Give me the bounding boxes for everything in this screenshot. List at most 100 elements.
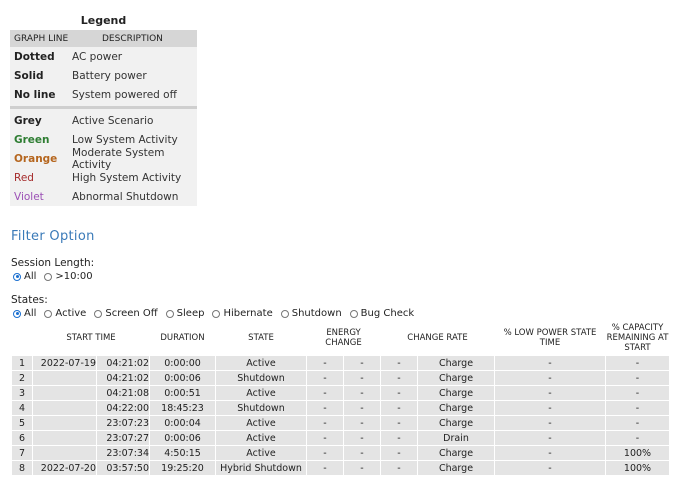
col-header-low-power[interactable]: % LOW POWER STATE TIME	[495, 321, 605, 355]
legend-title: Legend	[80, 14, 127, 27]
row-duration: 0:00:51	[150, 386, 215, 400]
state-option-shutdown[interactable]: Shutdown	[280, 308, 342, 319]
row-state: Active	[216, 416, 306, 430]
session-option-all[interactable]: All	[13, 271, 36, 282]
table-row[interactable]: 7 23:07:34 4:50:15 Active - - - Charge -100%	[12, 446, 669, 460]
state-options: All Active Screen Off Sleep Hibernate Sh…	[13, 308, 422, 319]
row-change-rate: Charge	[418, 416, 494, 430]
row-index: 7	[12, 446, 32, 460]
table-row[interactable]: 3 04:21:08 0:00:51 Active - - - Charge - -	[12, 386, 669, 400]
table-row[interactable]: 2 04:21:02 0:00:06 Shutdown - - - Charge - -	[12, 371, 669, 385]
row-low-power: -	[495, 356, 605, 370]
state-option-label: Sleep	[176, 308, 205, 319]
state-option-screen-off[interactable]: Screen Off	[94, 308, 158, 319]
row-energy-change: -	[381, 356, 417, 370]
legend-header-line: GRAPH LINE	[14, 33, 69, 44]
row-low-power: -	[495, 416, 605, 430]
col-header-duration[interactable]: DURATION	[150, 321, 215, 355]
col-header-energy-change[interactable]: ENERGY CHANGE	[307, 321, 380, 355]
state-option-label: Hibernate	[223, 308, 273, 319]
row-energy-change: -	[307, 356, 343, 370]
legend-rows: Dotted AC power Solid Battery power No l…	[10, 47, 197, 206]
row-index: 5	[12, 416, 32, 430]
col-header-start-time[interactable]: START TIME	[33, 321, 149, 355]
legend-row: Grey Active Scenario	[10, 111, 197, 130]
legend-line-name: No line	[14, 88, 56, 101]
row-energy-change: -	[344, 431, 380, 445]
row-start-date: 2022-07-20	[33, 461, 96, 475]
row-start-date	[33, 416, 96, 430]
row-start-time: 23:07:27	[97, 431, 149, 445]
radio-unchecked-icon[interactable]	[44, 272, 53, 281]
legend-line-desc: AC power	[72, 50, 123, 63]
radio-unchecked-icon[interactable]	[44, 309, 53, 318]
col-header-change-rate[interactable]: CHANGE RATE	[381, 321, 494, 355]
radio-unchecked-icon[interactable]	[212, 309, 221, 318]
row-start-time: 23:07:23	[97, 416, 149, 430]
row-duration: 19:25:20	[150, 461, 215, 475]
radio-unchecked-icon[interactable]	[94, 309, 103, 318]
table-row[interactable]: 8 2022-07-20 03:57:50 19:25:20 Hybrid Shutdo…	[12, 461, 669, 475]
radio-unchecked-icon[interactable]	[280, 309, 289, 318]
radio-unchecked-icon[interactable]	[165, 309, 174, 318]
row-change-rate: Charge	[418, 356, 494, 370]
row-state: Active	[216, 431, 306, 445]
legend-color-desc: Low System Activity	[72, 133, 178, 146]
legend-color-name: Orange	[14, 152, 58, 165]
radio-unchecked-icon[interactable]	[349, 309, 358, 318]
row-energy-change: -	[344, 416, 380, 430]
row-capacity: 100%	[606, 446, 669, 460]
col-header-state[interactable]: STATE	[216, 321, 306, 355]
row-duration: 0:00:04	[150, 416, 215, 430]
row-change-rate: Charge	[418, 461, 494, 475]
row-energy-change: -	[381, 401, 417, 415]
table-row[interactable]: 5 23:07:23 0:00:04 Active - - - Charge - -	[12, 416, 669, 430]
row-low-power: -	[495, 401, 605, 415]
row-start-date	[33, 401, 96, 415]
legend-line-name: Solid	[14, 69, 44, 82]
row-capacity: 100%	[606, 461, 669, 475]
row-start-time: 04:21:02	[97, 356, 149, 370]
state-option-hibernate[interactable]: Hibernate	[212, 308, 273, 319]
session-option-over-10[interactable]: >10:00	[44, 271, 93, 282]
radio-checked-icon[interactable]	[13, 272, 21, 281]
row-index: 4	[12, 401, 32, 415]
row-state: Active	[216, 446, 306, 460]
row-start-time: 04:21:02	[97, 371, 149, 385]
legend-color-desc: Active Scenario	[72, 114, 154, 127]
legend-color-name: Violet	[14, 190, 44, 203]
col-header-capacity[interactable]: % CAPACITY REMAINING AT START	[606, 321, 669, 355]
table-row[interactable]: 4 04:22:00 18:45:23 Shutdown - - - Charge - -	[12, 401, 669, 415]
radio-checked-icon[interactable]	[13, 309, 21, 318]
row-energy-change: -	[344, 446, 380, 460]
table-row[interactable]: 6 23:07:27 0:00:06 Active - - - Drain - -	[12, 431, 669, 445]
legend-color-desc: Abnormal Shutdown	[72, 190, 179, 203]
state-option-active[interactable]: Active	[44, 308, 86, 319]
row-low-power: -	[495, 431, 605, 445]
row-capacity: -	[606, 371, 669, 385]
row-duration: 0:00:00	[150, 356, 215, 370]
row-change-rate: Charge	[418, 446, 494, 460]
row-energy-change: -	[381, 386, 417, 400]
row-energy-change: -	[307, 401, 343, 415]
legend-line-desc: System powered off	[72, 88, 177, 101]
state-option-label: Screen Off	[105, 308, 158, 319]
state-option-sleep[interactable]: Sleep	[165, 308, 205, 319]
row-start-date: 2022-07-19	[33, 356, 96, 370]
row-start-time: 04:22:00	[97, 401, 149, 415]
table-header-row: START TIME DURATION STATE ENERGY CHANGE …	[12, 321, 669, 355]
row-start-date	[33, 371, 96, 385]
state-option-all[interactable]: All	[13, 308, 36, 319]
row-capacity: -	[606, 401, 669, 415]
table-row[interactable]: 1 2022-07-19 04:21:02 0:00:00 Active - - - Charg…	[12, 356, 669, 370]
state-option-label: Bug Check	[360, 308, 415, 319]
row-duration: 0:00:06	[150, 431, 215, 445]
session-option-label: All	[24, 271, 37, 282]
row-change-rate: Drain	[418, 431, 494, 445]
row-index: 2	[12, 371, 32, 385]
legend-color-name: Green	[14, 133, 50, 146]
state-option-bug-check[interactable]: Bug Check	[349, 308, 415, 319]
legend-color-desc: High System Activity	[72, 171, 182, 184]
row-capacity: -	[606, 356, 669, 370]
state-option-label: Shutdown	[291, 308, 342, 319]
